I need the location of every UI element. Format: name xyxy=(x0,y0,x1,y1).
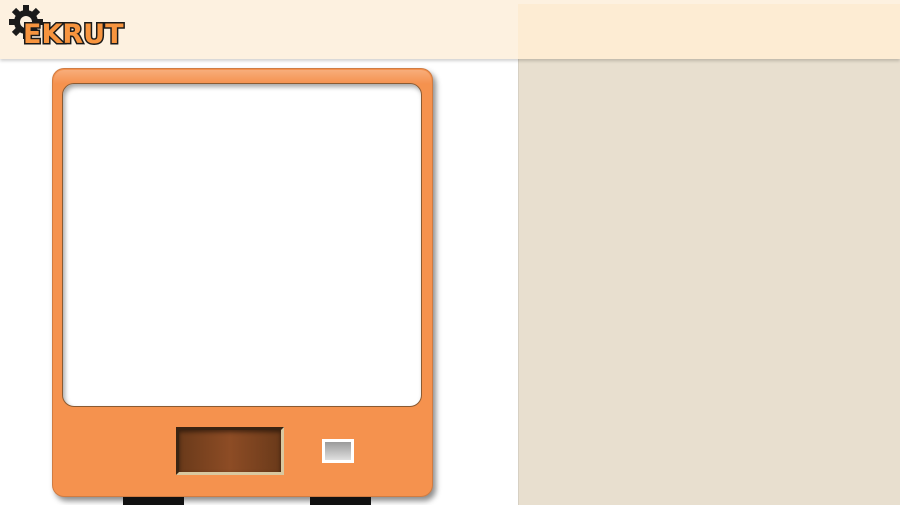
machine-foot-left xyxy=(123,497,184,505)
machine-screen[interactable] xyxy=(62,83,422,407)
machine-foot-right xyxy=(310,497,371,505)
page: EKRUT xyxy=(0,0,900,505)
header-right-area xyxy=(518,4,900,59)
machine-highlight xyxy=(54,70,431,84)
logo-text: EKRUT xyxy=(22,18,125,51)
product-slot[interactable] xyxy=(176,427,284,475)
logo[interactable]: EKRUT xyxy=(8,4,133,56)
header-bar: EKRUT xyxy=(0,0,900,59)
vending-machine xyxy=(52,68,433,497)
side-panel xyxy=(518,59,900,505)
coin-return-icon[interactable] xyxy=(322,439,354,463)
